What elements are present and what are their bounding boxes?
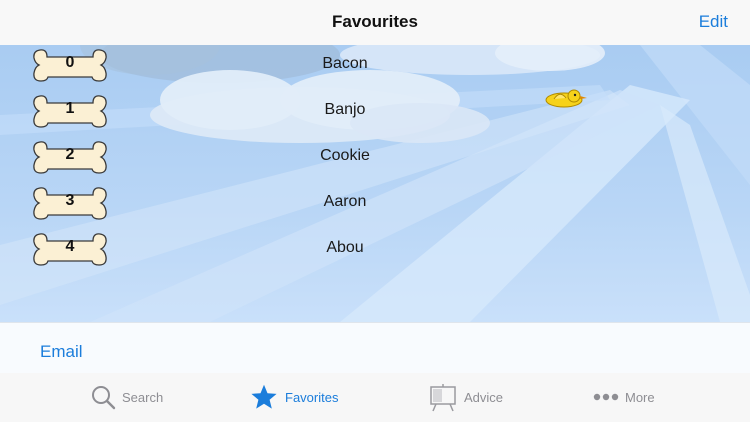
star-icon bbox=[251, 384, 277, 409]
rank-number: 2 bbox=[65, 146, 75, 163]
rank-number: 1 bbox=[65, 100, 75, 117]
tab-search[interactable]: Search bbox=[90, 373, 180, 422]
favourites-list: 0 Bacon 1 Banjo 2 Cookie 3 Aaron 4 Abou bbox=[0, 45, 750, 322]
pet-name: Abou bbox=[326, 239, 364, 256]
list-item[interactable]: 2 Cookie bbox=[0, 137, 750, 183]
list-item[interactable]: 0 Bacon bbox=[0, 45, 750, 91]
pet-name: Banjo bbox=[324, 101, 366, 118]
rank-number: 4 bbox=[65, 238, 75, 255]
rank-number: 3 bbox=[65, 192, 75, 209]
page-title: Favourites bbox=[332, 12, 418, 31]
tab-favorites-label: Favorites bbox=[285, 390, 339, 405]
pet-name: Aaron bbox=[323, 193, 367, 210]
tab-favorites[interactable]: Favorites bbox=[250, 373, 350, 422]
email-button[interactable]: Email bbox=[40, 342, 83, 362]
pet-name: Cookie bbox=[320, 147, 370, 164]
edit-button[interactable]: Edit bbox=[699, 12, 728, 32]
list-item[interactable]: 4 Abou bbox=[0, 229, 750, 275]
pet-name: Bacon bbox=[322, 55, 368, 72]
navigation-bar: Favourites Edit bbox=[0, 0, 750, 46]
list-item[interactable]: 3 Aaron bbox=[0, 183, 750, 229]
tab-bar: Search Favorites Advice More bbox=[0, 373, 750, 422]
more-dots-icon bbox=[593, 393, 619, 401]
easel-icon bbox=[430, 384, 456, 412]
tab-more[interactable]: More bbox=[592, 373, 682, 422]
email-bar: Email bbox=[0, 322, 750, 374]
rank-number: 0 bbox=[65, 54, 75, 71]
tab-search-label: Search bbox=[122, 390, 164, 405]
search-icon bbox=[92, 386, 116, 410]
tab-advice[interactable]: Advice bbox=[428, 373, 518, 422]
bird-icon bbox=[545, 89, 587, 108]
tab-advice-label: Advice bbox=[464, 390, 504, 405]
tab-more-label: More bbox=[625, 390, 655, 405]
list-item[interactable]: 1 Banjo bbox=[0, 91, 750, 137]
